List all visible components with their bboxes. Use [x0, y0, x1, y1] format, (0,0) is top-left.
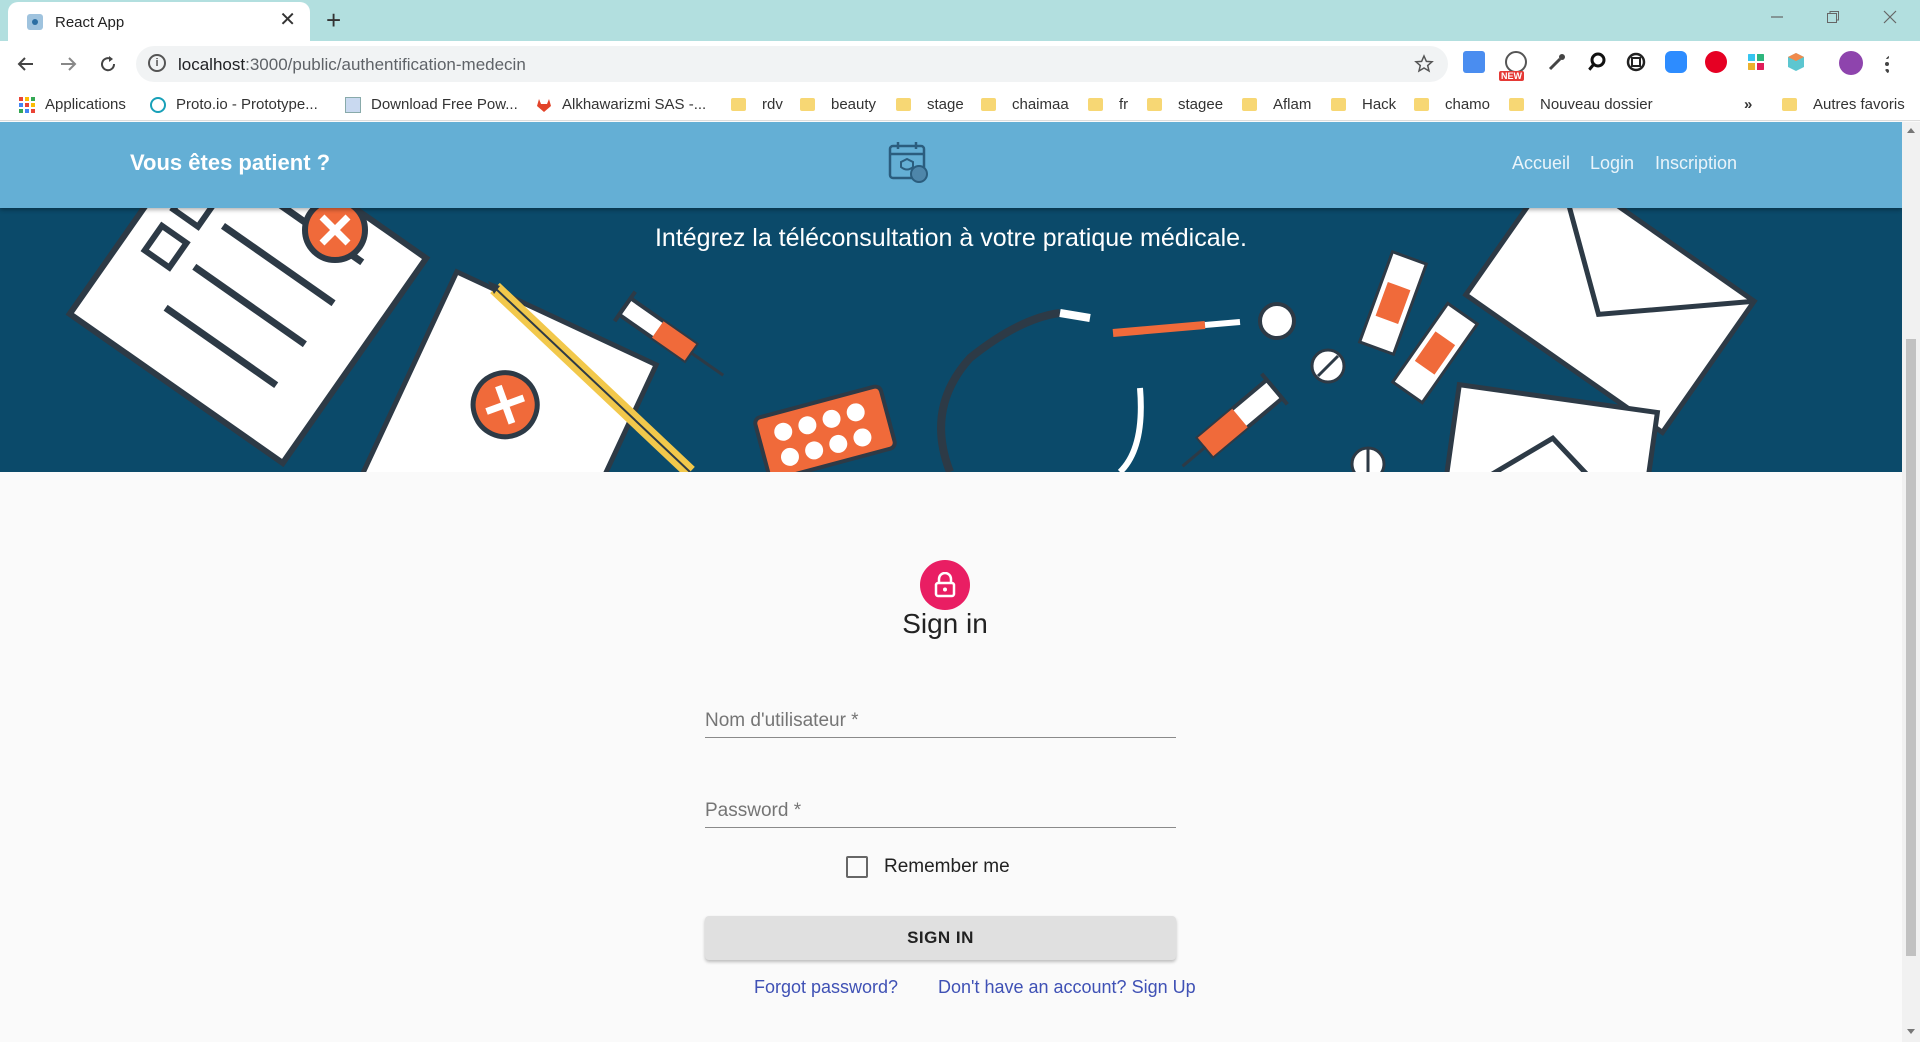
bookmark-alkhawarizmi[interactable]: Alkhawarizmi SAS -... [536, 96, 706, 113]
folder-icon [1509, 98, 1524, 111]
page-scrollbar[interactable] [1902, 122, 1920, 1042]
banner-headline: Intégrez la téléconsultation à votre pra… [654, 224, 1248, 252]
restore-icon[interactable] [1826, 10, 1840, 24]
browser-tabstrip: React App ✕ + [0, 0, 1920, 41]
site-info-icon[interactable]: i [148, 54, 166, 72]
lock-avatar [920, 560, 970, 610]
bandage-icon [1357, 249, 1429, 357]
url-text[interactable]: localhost:3000/public/authentification-m… [178, 55, 526, 75]
folder-icon [896, 98, 911, 111]
bookmark-download-free[interactable]: Download Free Pow... [345, 96, 518, 113]
tab-title: React App [55, 14, 125, 31]
signin-button[interactable]: SIGN IN [705, 916, 1176, 960]
scrollbar-thumb[interactable] [1906, 339, 1916, 956]
folder-icon [1414, 98, 1429, 111]
nav-link-accueil[interactable]: Accueil [1512, 153, 1570, 174]
bookmark-star-icon[interactable] [1414, 54, 1434, 74]
address-bar[interactable]: i localhost:3000/public/authentification… [136, 46, 1448, 82]
bookmark-folder-nouveau-dossier[interactable]: Nouveau dossier [1509, 96, 1653, 113]
signin-form: Sign in Nom d'utilisateur * Password * R… [0, 472, 1902, 1042]
new-badge: NEW [1499, 71, 1524, 81]
bookmark-protoio[interactable]: Proto.io - Prototype... [150, 96, 318, 113]
tab-close-icon[interactable]: ✕ [279, 10, 296, 30]
bookmark-folder-rdv[interactable]: rdv [731, 96, 783, 113]
bookmark-folder-stagee[interactable]: stagee [1147, 96, 1223, 113]
hero-banner: Intégrez la téléconsultation à votre pra… [0, 208, 1902, 472]
folder-icon [1088, 98, 1103, 111]
folder-icon [1331, 98, 1346, 111]
translate-extension-icon[interactable] [1463, 51, 1485, 73]
signin-title: Sign in [902, 608, 988, 639]
scroll-down-icon[interactable] [1906, 1028, 1916, 1036]
forward-icon[interactable] [58, 54, 78, 74]
bookmark-folder-chamo[interactable]: chamo [1414, 96, 1490, 113]
browser-tab[interactable]: React App ✕ [8, 2, 310, 41]
scroll-up-icon[interactable] [1906, 126, 1916, 134]
bookmark-folder-beauty[interactable]: beauty [800, 96, 876, 113]
password-field[interactable]: Password * [705, 788, 1176, 828]
news-extension-icon[interactable] [1505, 51, 1527, 73]
search-extension-icon[interactable] [1586, 51, 1608, 73]
bookmark-applications[interactable]: Applications [19, 96, 126, 113]
bookmark-folder-fr[interactable]: fr [1088, 96, 1128, 113]
slack-extension-icon[interactable] [1745, 51, 1767, 73]
username-field[interactable]: Nom d'utilisateur * [705, 698, 1176, 738]
gitlab-icon [537, 98, 551, 112]
username-input[interactable] [705, 698, 1176, 737]
folder-icon [800, 98, 815, 111]
forgot-password-link[interactable]: Forgot password? [754, 977, 898, 998]
bookmark-folder-hack[interactable]: Hack [1331, 96, 1396, 113]
bookmarks-bar: Applications Proto.io - Prototype... Dow… [0, 88, 1920, 121]
bookmark-other-favorites[interactable]: Autres favoris [1782, 96, 1905, 113]
app-bar: Vous êtes patient ? Accueil Login Inscri… [0, 122, 1902, 208]
bookmark-folder-aflam[interactable]: Aflam [1242, 96, 1311, 113]
remember-me-checkbox[interactable] [846, 856, 868, 878]
bookmark-folder-stage[interactable]: stage [896, 96, 964, 113]
pill-icon [1310, 348, 1386, 472]
stethoscope-icon [937, 302, 1296, 472]
apps-grid-icon [19, 96, 35, 113]
pinterest-extension-icon[interactable] [1705, 51, 1727, 73]
protoio-icon [150, 96, 166, 113]
minimize-icon[interactable] [1770, 10, 1784, 24]
close-window-icon[interactable] [1883, 10, 1897, 24]
page-viewport: Vous êtes patient ? Accueil Login Inscri… [0, 122, 1902, 1042]
profile-avatar[interactable] [1839, 51, 1863, 75]
remember-me-label: Remember me [884, 856, 1010, 877]
folder-icon [731, 98, 746, 111]
zoom-extension-icon[interactable] [1665, 51, 1687, 73]
page-icon [345, 96, 361, 113]
sync-extension-icon[interactable] [1625, 51, 1647, 73]
folder-icon [981, 98, 996, 111]
bookmarks-overflow-button[interactable]: » [1744, 96, 1752, 113]
cube-extension-icon[interactable] [1785, 51, 1807, 73]
nav-link-inscription[interactable]: Inscription [1655, 153, 1737, 174]
new-tab-button[interactable]: + [326, 7, 341, 33]
browser-toolbar: i localhost:3000/public/authentification… [0, 41, 1920, 88]
medical-calendar-logo-icon[interactable] [886, 140, 932, 186]
signup-link[interactable]: Don't have an account? Sign Up [938, 977, 1196, 998]
remember-me-row[interactable]: Remember me [846, 856, 1010, 878]
react-favicon-icon [27, 14, 43, 30]
folder-icon [1242, 98, 1257, 111]
color-picker-extension-icon[interactable] [1546, 51, 1568, 73]
password-input[interactable] [705, 788, 1176, 827]
back-icon[interactable] [16, 54, 36, 74]
pill-blister-icon [753, 384, 897, 472]
folder-icon [1782, 98, 1797, 111]
patient-link[interactable]: Vous êtes patient ? [130, 150, 330, 176]
syringe-icon [1181, 372, 1289, 468]
lock-icon [934, 572, 956, 598]
folder-icon [1147, 98, 1162, 111]
nav-link-login[interactable]: Login [1590, 153, 1634, 174]
reload-icon[interactable] [98, 54, 118, 74]
menu-kebab-icon[interactable] [1884, 54, 1906, 76]
bookmark-folder-chaimaa[interactable]: chaimaa [981, 96, 1069, 113]
